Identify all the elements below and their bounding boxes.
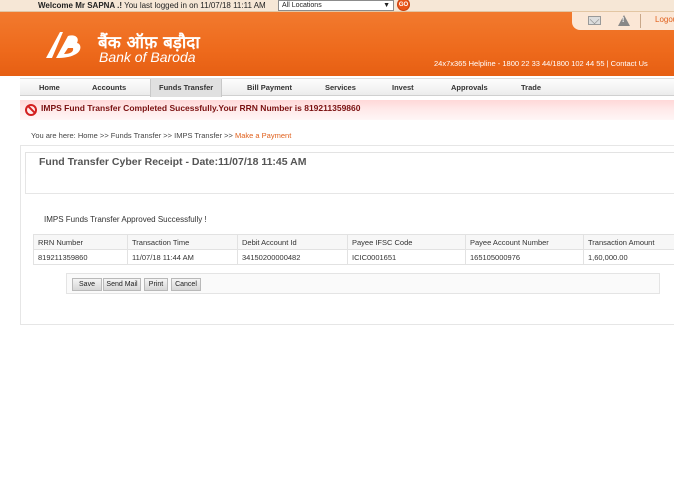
- cell-transaction-amount: 1,60,000.00: [583, 249, 674, 265]
- nav-accounts[interactable]: Accounts: [92, 79, 126, 97]
- status-message: IMPS Fund Transfer Completed Sucessfully…: [41, 103, 361, 113]
- nav-funds-transfer[interactable]: Funds Transfer: [150, 79, 223, 97]
- helpline-text[interactable]: 24x7x365 Helpline - 1800 22 33 44/1800 1…: [434, 59, 648, 68]
- divider: [640, 14, 641, 28]
- warning-icon[interactable]: [618, 15, 630, 26]
- breadcrumb-trail[interactable]: Home >> Funds Transfer >> IMPS Transfer …: [78, 131, 235, 140]
- cancel-button[interactable]: Cancel: [171, 278, 201, 291]
- table-header-row: RRN Number Transaction Time Debit Accoun…: [33, 234, 674, 250]
- no-entry-icon: [25, 104, 37, 116]
- col-transaction-time: Transaction Time: [127, 234, 238, 250]
- welcome-message: Welcome Mr SAPNA .! You last logged in o…: [38, 1, 266, 10]
- action-bar: Save Send Mail Print Cancel: [66, 273, 660, 294]
- location-select-value: All Locations: [282, 2, 322, 9]
- col-transaction-amount: Transaction Amount: [583, 234, 674, 250]
- cell-debit-account: 34150200000482: [237, 249, 348, 265]
- nav-services[interactable]: Services: [325, 79, 356, 97]
- send-mail-button[interactable]: Send Mail: [103, 278, 141, 291]
- cell-transaction-time: 11/07/18 11:44 AM: [127, 249, 238, 265]
- nav-home[interactable]: Home: [39, 79, 60, 97]
- cell-rrn-number: 819211359860: [33, 249, 128, 265]
- receipt-divider: [25, 174, 674, 194]
- approved-message: IMPS Funds Transfer Approved Successfull…: [44, 215, 207, 224]
- go-button[interactable]: GO: [397, 0, 410, 11]
- transaction-table: RRN Number Transaction Time Debit Accoun…: [33, 234, 674, 265]
- nav-bill-payment[interactable]: Bill Payment: [247, 79, 292, 97]
- cell-payee-ifsc: ICIC0001651: [347, 249, 466, 265]
- main-nav: Home Accounts Funds Transfer Bill Paymen…: [20, 78, 674, 97]
- table-row: 819211359860 11/07/18 11:44 AM 341502000…: [33, 249, 674, 265]
- breadcrumb-prefix: You are here:: [31, 131, 78, 140]
- nav-approvals[interactable]: Approvals: [451, 79, 488, 97]
- col-rrn-number: RRN Number: [33, 234, 128, 250]
- chevron-down-icon: ▼: [383, 2, 390, 9]
- save-button[interactable]: Save: [72, 278, 102, 291]
- print-button[interactable]: Print: [144, 278, 168, 291]
- header: Logout बैंक ऑफ़ बड़ौदा Bank of Baroda 24…: [0, 12, 674, 76]
- col-payee-ifsc: Payee IFSC Code: [347, 234, 466, 250]
- breadcrumb: You are here: Home >> Funds Transfer >> …: [31, 131, 291, 140]
- top-strip: Welcome Mr SAPNA .! You last logged in o…: [0, 0, 674, 12]
- location-select[interactable]: All Locations ▼: [278, 0, 394, 11]
- mail-icon[interactable]: [588, 16, 601, 25]
- cell-payee-account: 165105000976: [465, 249, 584, 265]
- breadcrumb-current[interactable]: Make a Payment: [235, 131, 291, 140]
- col-debit-account: Debit Account Id: [237, 234, 348, 250]
- receipt-title: Fund Transfer Cyber Receipt - Date:11/07…: [39, 156, 307, 168]
- nav-trade[interactable]: Trade: [521, 79, 541, 97]
- logout-link[interactable]: Logout: [655, 15, 674, 24]
- nav-invest[interactable]: Invest: [392, 79, 414, 97]
- status-banner: IMPS Fund Transfer Completed Sucessfully…: [20, 100, 674, 120]
- brand-name-english: Bank of Baroda: [99, 49, 196, 65]
- bob-logo-icon: [46, 32, 81, 58]
- col-payee-account: Payee Account Number: [465, 234, 584, 250]
